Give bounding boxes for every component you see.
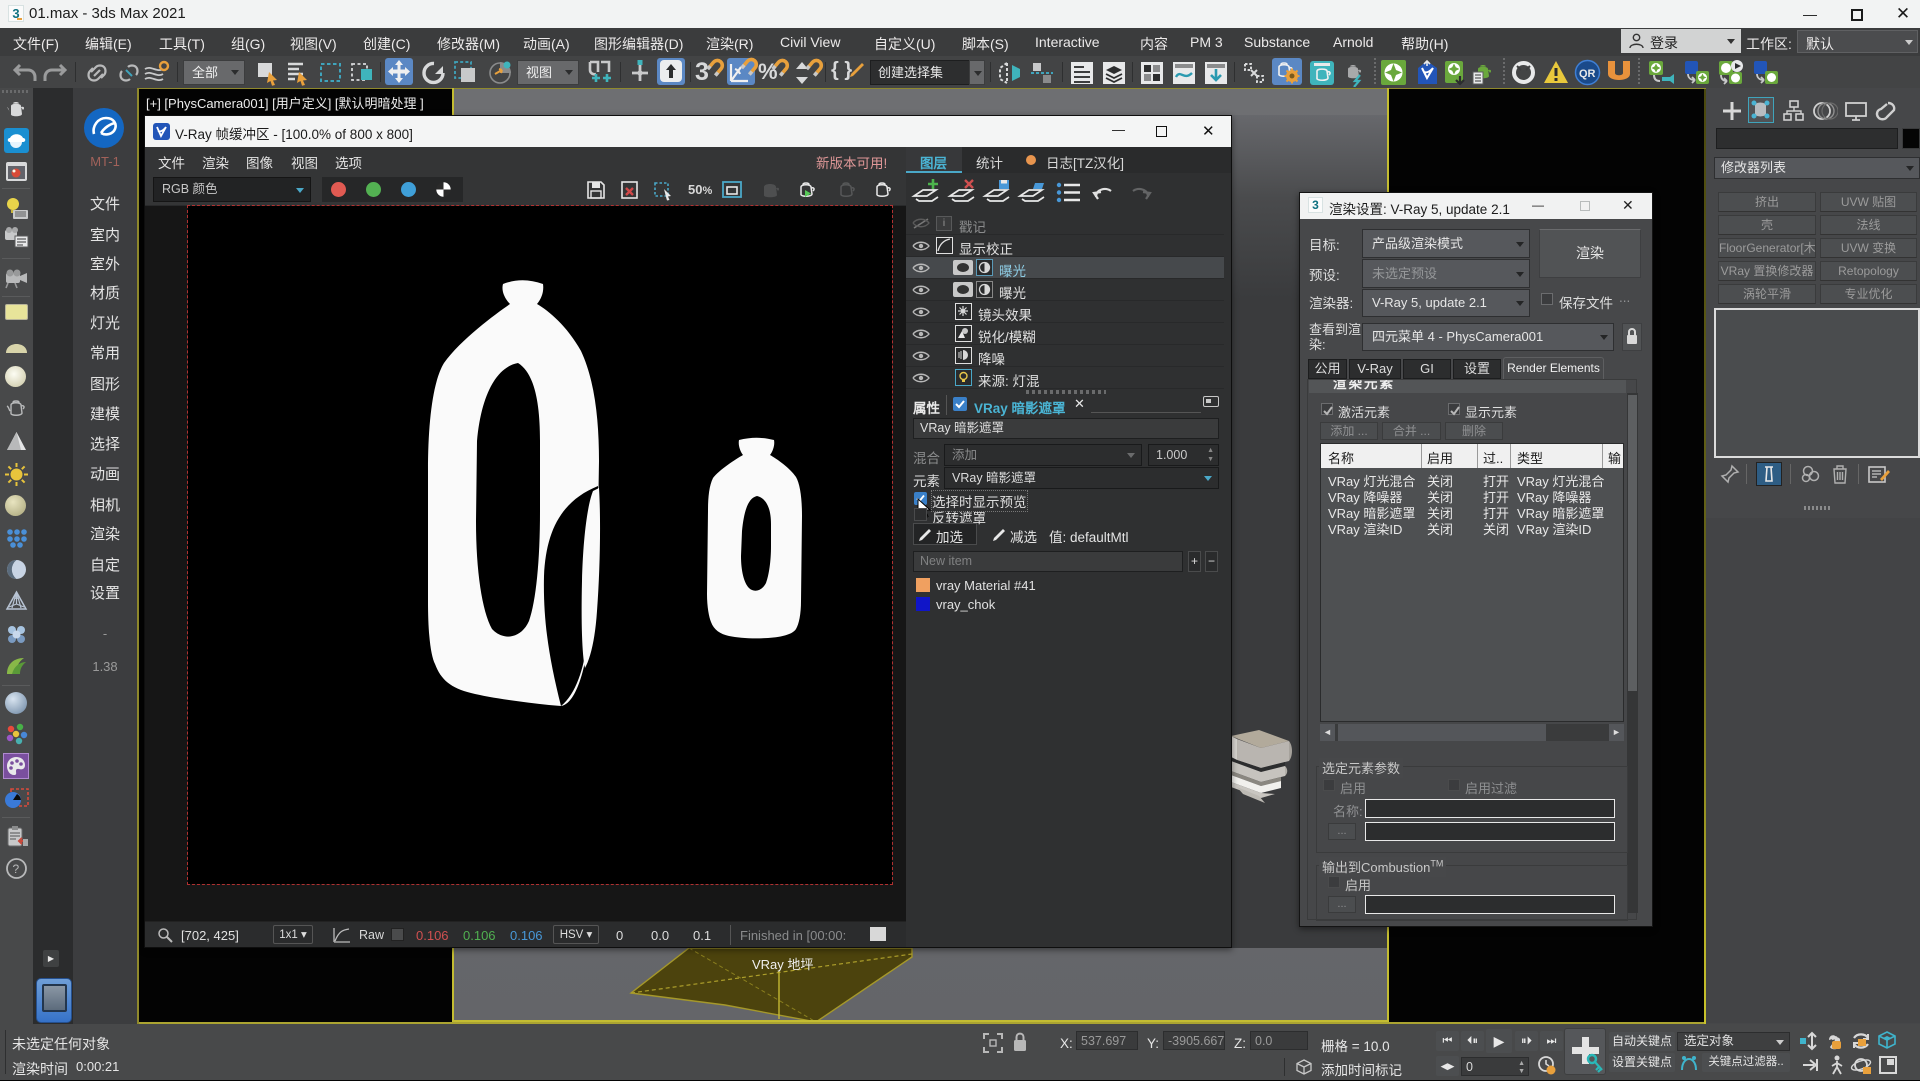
- svg-text:QR: QR: [1579, 68, 1596, 80]
- svg-text:VRay 地坪: VRay 地坪: [752, 957, 813, 972]
- svg-text:?: ?: [13, 862, 20, 876]
